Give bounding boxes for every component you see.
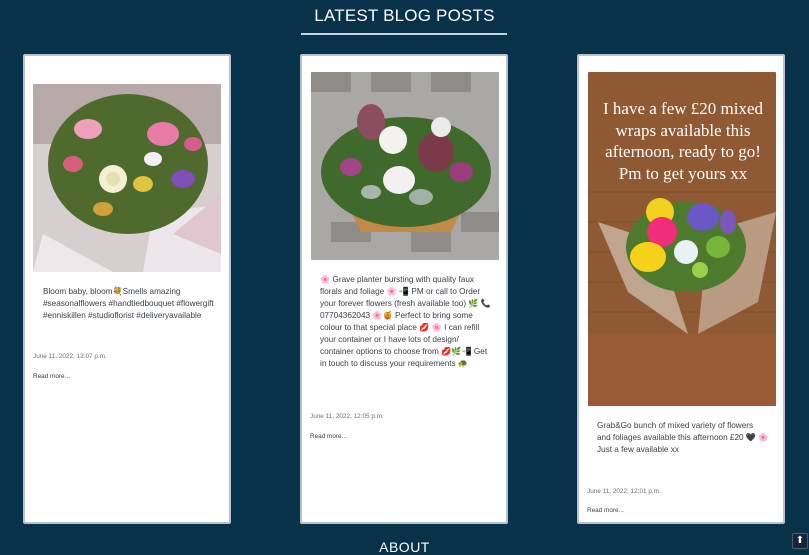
about-heading: ABOUT xyxy=(379,539,430,555)
title-divider xyxy=(301,33,507,35)
post-image-bouquet[interactable] xyxy=(33,84,221,272)
post-excerpt: Grab&Go bunch of mixed variety of flower… xyxy=(597,421,769,454)
read-more-link[interactable]: Read more... xyxy=(587,507,624,514)
post-image-grave-planter[interactable] xyxy=(311,72,499,260)
read-more-link[interactable]: Read more... xyxy=(310,433,347,440)
post-date: June 11, 2022, 12:05 p.m. xyxy=(310,413,384,420)
post-excerpt: Bloom baby, bloom💐Smells amazing #season… xyxy=(43,287,214,320)
blog-card-2[interactable]: 🌸 Grave planter bursting with quality fa… xyxy=(300,54,508,524)
section-title: LATEST BLOG POSTS xyxy=(314,6,495,25)
post-date: June 11, 2022, 12:07 p.m. xyxy=(33,353,107,360)
blog-card-3[interactable]: I have a few £20 mixed wraps available t… xyxy=(577,54,785,524)
scroll-to-top-button[interactable]: ⬆ xyxy=(792,533,808,549)
image-overlay-text: I have a few £20 mixed wraps available t… xyxy=(602,99,764,183)
blog-card-1[interactable]: Bloom baby, bloom💐Smells amazing #season… xyxy=(23,54,231,524)
read-more-link[interactable]: Read more... xyxy=(33,373,70,380)
arrow-up-icon: ⬆ xyxy=(795,535,805,546)
post-excerpt: 🌸 Grave planter bursting with quality fa… xyxy=(320,275,492,368)
post-date: June 11, 2022, 12:01 p.m. xyxy=(587,488,661,495)
